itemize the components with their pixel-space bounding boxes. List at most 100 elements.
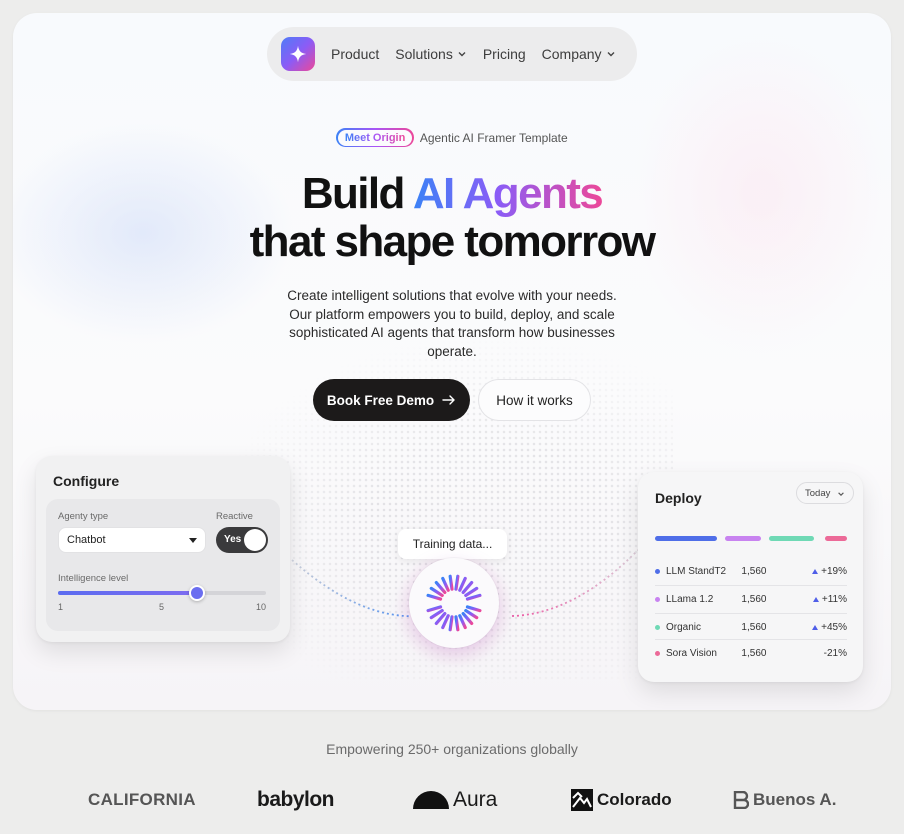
logo-icon[interactable]	[281, 37, 315, 71]
book-demo-label: Book Free Demo	[326, 392, 435, 408]
spinner-ray	[426, 605, 443, 613]
logo-california: CALIFORNIA	[88, 782, 196, 818]
trend-up-icon	[812, 568, 819, 574]
nav-item-label: Solutions	[395, 46, 453, 62]
caret-down-icon	[189, 538, 197, 543]
slider-thumb[interactable]	[188, 585, 205, 601]
ai-orb	[409, 558, 499, 648]
row-change: -21%	[798, 648, 847, 659]
logo-buenos-aires: Buenos A.	[733, 782, 836, 818]
trend-up-icon	[812, 596, 819, 602]
arrow-right-icon	[442, 395, 455, 405]
nav-item-company[interactable]: Company	[542, 46, 616, 62]
spinner-ray	[458, 614, 467, 630]
nav-item-solutions[interactable]: Solutions	[395, 46, 467, 62]
row-value: 1,560	[741, 621, 767, 633]
meet-origin-pill[interactable]: Meet Origin	[336, 128, 414, 147]
intelligence-slider[interactable]	[58, 585, 266, 601]
row-change-text: +11%	[821, 593, 847, 605]
toggle-knob	[244, 529, 266, 551]
headline-highlight: AI Agents	[412, 169, 604, 218]
agent-type-select[interactable]: Chatbot	[58, 527, 206, 553]
row-change: +19%	[798, 566, 847, 577]
social-proof-tagline: Empowering 250+ organizations globally	[326, 741, 578, 757]
nav-item-label: Company	[541, 46, 602, 62]
distribution-bar	[655, 536, 717, 541]
spinner-ray	[448, 615, 454, 632]
row-color-dot	[655, 568, 660, 574]
how-it-works-button[interactable]: How it works	[478, 379, 591, 421]
spinner-ray	[448, 574, 454, 591]
chevron-down-icon	[458, 52, 466, 57]
reactive-toggle[interactable]: Yes	[216, 527, 268, 553]
how-it-works-label: How it works	[496, 392, 573, 408]
row-change-text: -21%	[823, 647, 847, 659]
row-value: 1,560	[741, 647, 767, 659]
logo-colorado: Colorado	[571, 782, 672, 818]
deploy-row[interactable]: LLama 1.2 1,560 +11%	[655, 586, 847, 612]
client-logos: CALIFORNIA babylon Aura Colorado Buenos …	[0, 782, 904, 822]
date-filter-label: Today	[805, 487, 831, 499]
nav-item-label: Pricing	[482, 46, 526, 62]
colorado-mountain-icon	[571, 789, 593, 811]
row-name: Organic	[666, 621, 702, 633]
configure-title: Configure	[53, 473, 120, 489]
chevron-down-icon	[838, 492, 844, 496]
headline-line-2: that shape tomorrow	[249, 217, 656, 266]
distribution-bar	[825, 536, 847, 541]
nav-item-product[interactable]: Product	[331, 46, 379, 62]
row-color-dot	[655, 650, 660, 656]
spinner-ray	[441, 614, 450, 630]
spinner-ray	[465, 605, 482, 613]
training-label: Training data...	[412, 537, 493, 551]
row-value: 1,560	[741, 565, 767, 577]
spinner-ray	[454, 615, 460, 632]
deploy-row[interactable]: Sora Vision 1,560 -21%	[655, 640, 847, 666]
hero-card: Product Solutions Pricing Company Meet O…	[13, 13, 891, 710]
trend-up-icon	[812, 624, 819, 630]
distribution-bars	[655, 536, 847, 541]
distribution-bar	[725, 536, 761, 541]
logo-text: CALIFORNIA	[88, 790, 196, 809]
slider-tick-min: 1	[58, 602, 64, 612]
row-color-dot	[655, 624, 660, 630]
slider-tick-max: 10	[256, 602, 267, 612]
badge-text: Agentic AI Framer Template	[419, 130, 568, 145]
toggle-label: Yes	[224, 534, 242, 545]
headline-text: Build	[301, 169, 413, 218]
row-color-dot	[655, 596, 660, 602]
spinner-ray	[426, 593, 443, 601]
nav-item-pricing[interactable]: Pricing	[483, 46, 526, 62]
row-change: +45%	[798, 622, 847, 633]
reactive-label: Reactive	[216, 511, 253, 522]
date-filter-dropdown[interactable]: Today	[796, 482, 854, 504]
logo-text: Buenos A.	[753, 790, 837, 809]
agent-type-value: Chatbot	[67, 534, 106, 546]
row-name: LLama 1.2	[666, 593, 714, 605]
slider-tick-mid: 5	[159, 602, 165, 612]
row-value: 1,560	[741, 593, 767, 605]
row-name: Sora Vision	[666, 647, 717, 659]
intelligence-level-label: Intelligence level	[58, 573, 129, 584]
spinner-ray	[454, 574, 460, 591]
spinner-ray	[465, 593, 482, 601]
spinner-ray	[441, 576, 450, 592]
deploy-row[interactable]: Organic 1,560 +45%	[655, 614, 847, 640]
book-demo-button[interactable]: Book Free Demo	[313, 379, 470, 421]
aura-half-circle-icon	[413, 791, 449, 809]
hero-subtitle: Create intelligent solutions that evolve…	[287, 288, 617, 359]
headline-line-1: Build AI Agents	[13, 170, 891, 218]
deploy-title: Deploy	[655, 490, 702, 506]
slider-fill	[58, 591, 197, 595]
pill-label: Meet Origin	[344, 131, 406, 144]
training-status-tooltip: Training data...	[398, 529, 507, 559]
chevron-down-icon	[607, 52, 615, 57]
logo-text: Colorado	[597, 790, 672, 809]
deploy-row[interactable]: LLM StandT2 1,560 +19%	[655, 558, 847, 584]
configure-card: Configure Agenty type Reactive Chatbot Y…	[36, 456, 290, 642]
row-name: LLM StandT2	[666, 565, 727, 577]
configure-panel: Agenty type Reactive Chatbot Yes Intelli…	[46, 499, 280, 631]
row-change-text: +45%	[821, 621, 847, 633]
announcement-badge: Meet Origin Agentic AI Framer Template	[13, 128, 891, 147]
top-nav: Product Solutions Pricing Company	[267, 27, 637, 81]
